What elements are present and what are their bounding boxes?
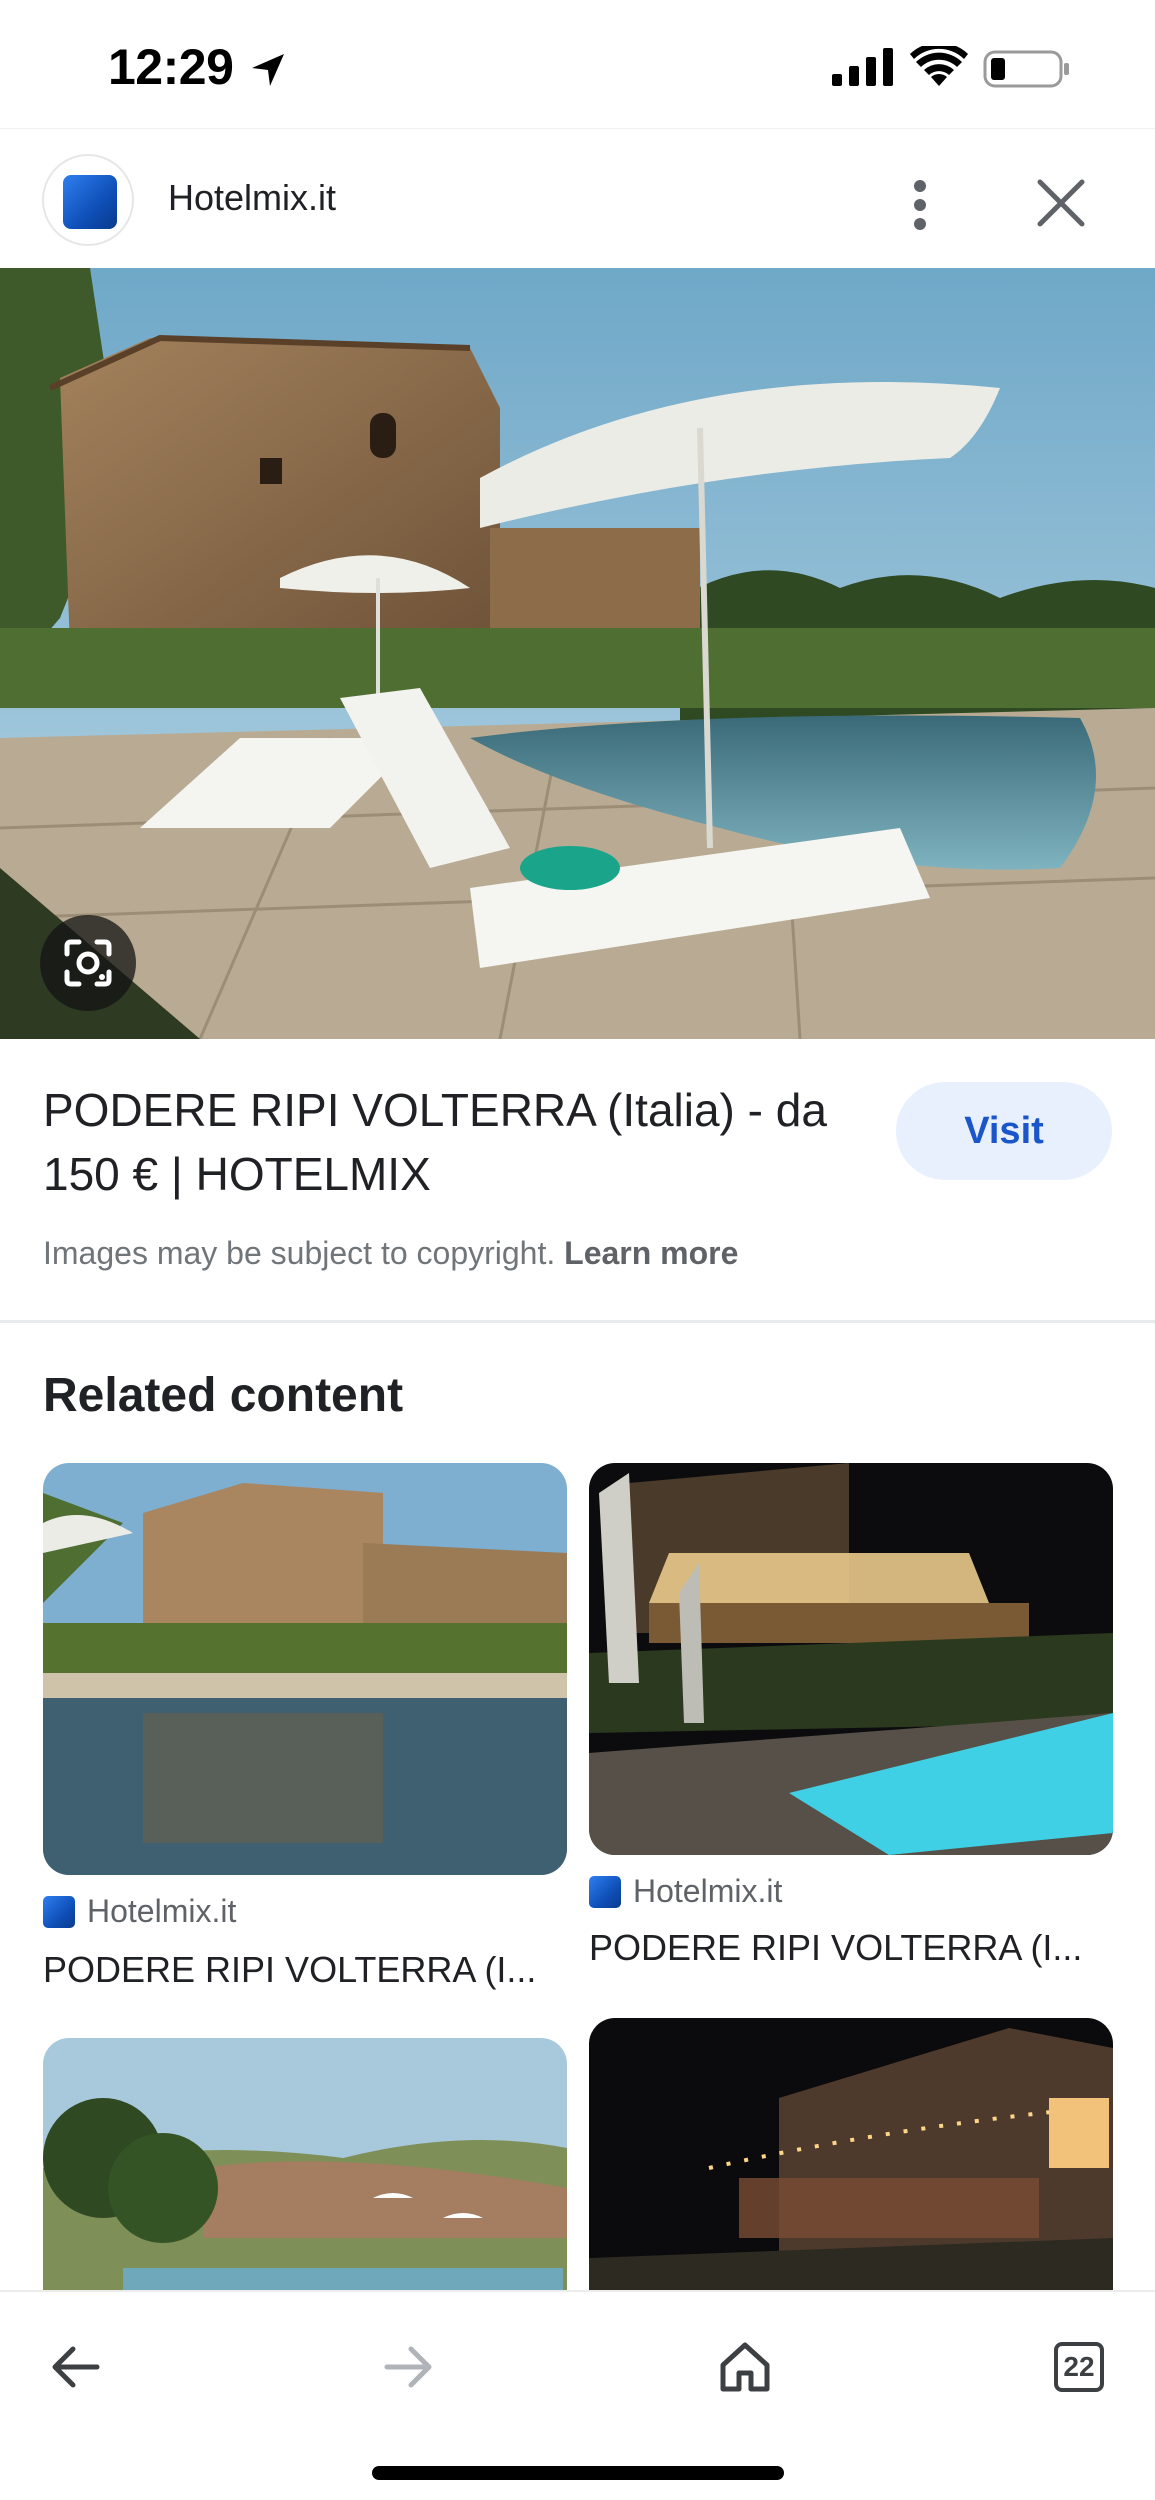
copyright-notice: Images may be subject to copyright. Lear… bbox=[43, 1235, 738, 1272]
google-lens-icon bbox=[64, 939, 112, 987]
related-card-source[interactable]: Hotelmix.it bbox=[43, 1893, 236, 1930]
more-options-button[interactable] bbox=[894, 165, 946, 245]
related-card-image[interactable] bbox=[589, 1463, 1113, 1855]
result-title[interactable]: PODERE RIPI VOLTERRA (Italia) - da 150 €… bbox=[43, 1078, 863, 1206]
battery-icon bbox=[983, 50, 1069, 88]
wifi-icon bbox=[910, 46, 968, 86]
home-button[interactable] bbox=[700, 2322, 790, 2412]
tabs-button[interactable]: 22 bbox=[1034, 2322, 1124, 2412]
forward-arrow-icon bbox=[384, 2346, 432, 2388]
home-indicator bbox=[372, 2466, 784, 2480]
more-vertical-icon bbox=[914, 180, 926, 230]
related-card[interactable] bbox=[43, 2038, 567, 2338]
related-card-title[interactable]: PODERE RIPI VOLTERRA (I... bbox=[589, 1927, 1082, 1969]
location-arrow-icon bbox=[252, 54, 284, 86]
result-header: Hotelmix.it bbox=[0, 128, 1155, 268]
site-favicon bbox=[589, 1875, 621, 1908]
related-card[interactable] bbox=[589, 2018, 1113, 2338]
visit-button[interactable]: Visit bbox=[896, 1082, 1112, 1180]
tabs-icon: 22 bbox=[1054, 2342, 1104, 2392]
related-card-title[interactable]: PODERE RIPI VOLTERRA (I... bbox=[43, 1949, 536, 1991]
status-bar: 12:29 bbox=[0, 0, 1155, 128]
related-card-source-name: Hotelmix.it bbox=[633, 1873, 783, 1909]
close-icon[interactable] bbox=[1030, 172, 1092, 234]
back-button[interactable] bbox=[30, 2322, 120, 2412]
related-card[interactable]: Hotelmix.it PODERE RIPI VOLTERRA (I... bbox=[589, 1463, 1113, 1983]
hero-image[interactable] bbox=[0, 268, 1155, 1039]
related-card-source[interactable]: Hotelmix.it bbox=[589, 1873, 782, 1910]
related-content-heading: Related content bbox=[43, 1369, 404, 1422]
hero-photo bbox=[0, 268, 1155, 1039]
site-name[interactable]: Hotelmix.it bbox=[168, 177, 336, 219]
back-arrow-icon bbox=[52, 2346, 100, 2388]
site-favicon bbox=[43, 1895, 75, 1928]
related-card-source-name: Hotelmix.it bbox=[87, 1893, 237, 1929]
favicon-square bbox=[63, 175, 117, 229]
related-card[interactable]: Hotelmix.it PODERE RIPI VOLTERRA (I... bbox=[43, 1463, 567, 2003]
related-card-image[interactable] bbox=[43, 1463, 567, 1875]
learn-more-link[interactable]: Learn more bbox=[564, 1235, 738, 1271]
status-time: 12:29 bbox=[108, 39, 234, 95]
google-lens-button[interactable] bbox=[40, 915, 136, 1011]
copyright-text: Images may be subject to copyright. bbox=[43, 1235, 556, 1271]
section-divider bbox=[0, 1320, 1155, 1323]
site-favicon bbox=[42, 154, 134, 246]
forward-button[interactable] bbox=[364, 2322, 454, 2412]
home-icon bbox=[720, 2342, 770, 2392]
cellular-signal-icon bbox=[832, 48, 893, 86]
